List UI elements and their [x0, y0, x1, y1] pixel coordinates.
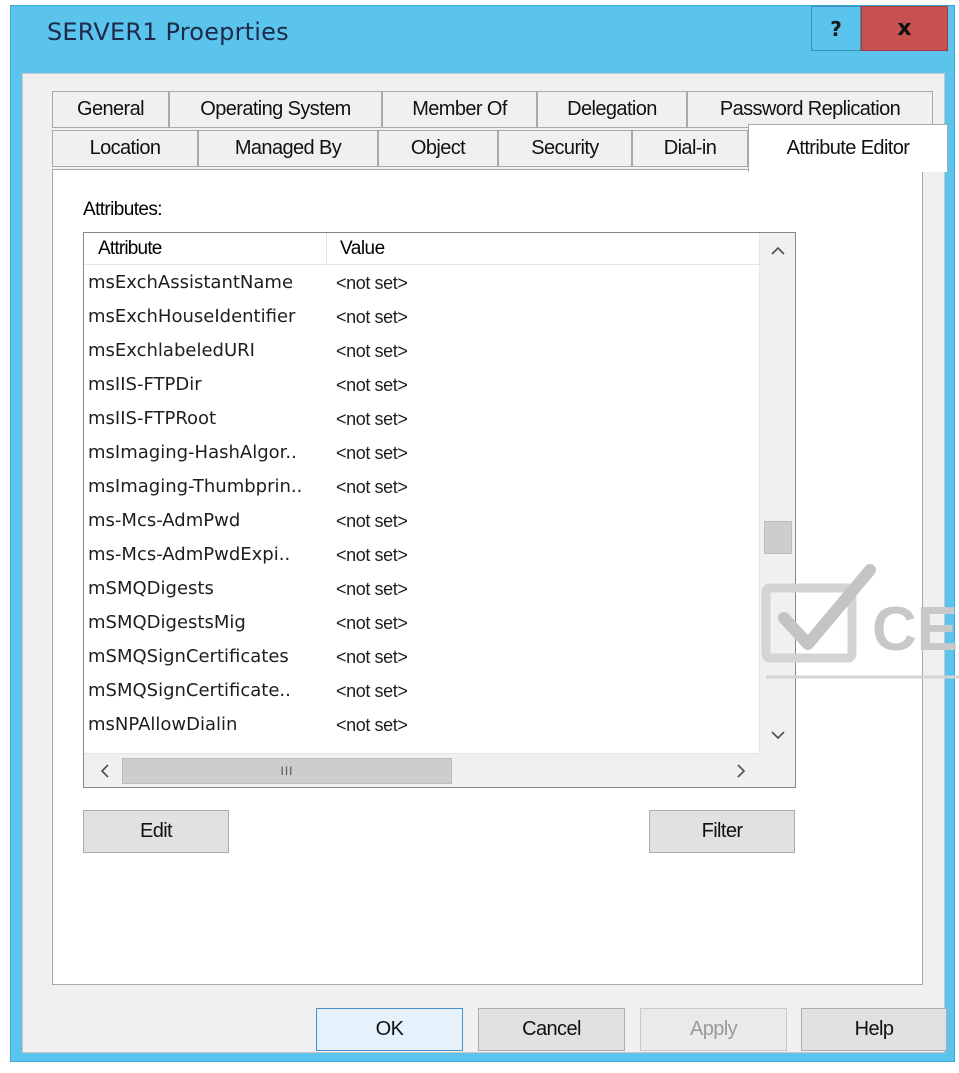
attribute-name: msExchHouseIdentifier [88, 306, 296, 327]
scroll-down-icon[interactable] [760, 719, 795, 751]
list-header: Attribute Value [84, 233, 759, 265]
apply-button[interactable]: Apply [640, 1008, 787, 1051]
scroll-right-icon[interactable] [724, 754, 758, 787]
list-row[interactable]: msImaging-HashAlgor.. <not set> [84, 436, 759, 470]
attribute-name: msNPAllowDialin [88, 714, 238, 735]
attribute-name: msExchAssistantName [88, 272, 294, 293]
list-row[interactable]: mSMQDigestsMig <not set> [84, 606, 759, 640]
list-row[interactable]: ms-Mcs-AdmPwdExpi.. <not set> [84, 538, 759, 572]
attribute-value: <not set> [336, 579, 408, 599]
edit-button[interactable]: Edit [83, 810, 229, 853]
attributes-list[interactable]: Attribute Value msExchAssistantName <not… [83, 232, 796, 788]
tab-attribute-editor[interactable]: Attribute Editor [748, 124, 948, 172]
list-row[interactable]: msExchHouseIdentifier <not set> [84, 300, 759, 334]
attribute-name: mSMQDigestsMig [88, 612, 246, 633]
list-row[interactable]: msExchlabeledURI <not set> [84, 334, 759, 368]
properties-window: SERVER1 Proeprties ? x General Operating… [10, 5, 955, 1062]
tab-object[interactable]: Object [378, 130, 498, 167]
attribute-value: <not set> [336, 681, 408, 701]
attribute-value: <not set> [336, 341, 408, 361]
attribute-name: msImaging-HashAlgor.. [88, 442, 297, 463]
horizontal-scroll-thumb[interactable]: III [122, 758, 452, 784]
list-row[interactable]: mSMQDigests <not set> [84, 572, 759, 606]
close-button[interactable]: x [861, 6, 948, 51]
attribute-value: <not set> [336, 443, 408, 463]
attribute-value: <not set> [336, 273, 408, 293]
attributes-label: Attributes: [83, 199, 163, 220]
attribute-value: <not set> [336, 409, 408, 429]
filter-button[interactable]: Filter [649, 810, 795, 853]
window-title: SERVER1 Proeprties [47, 18, 289, 46]
attribute-value: <not set> [336, 647, 408, 667]
vertical-scrollbar[interactable] [759, 233, 795, 753]
list-row[interactable]: mSMQSignCertificate.. <not set> [84, 674, 759, 708]
attribute-name: mSMQSignCertificate.. [88, 680, 291, 701]
attribute-value: <not set> [336, 545, 408, 565]
horizontal-scrollbar[interactable]: III [84, 753, 759, 787]
attribute-name: msIIS-FTPDir [88, 374, 202, 395]
vertical-scroll-thumb[interactable] [764, 521, 792, 554]
attribute-value: <not set> [336, 511, 408, 531]
attribute-name: msImaging-Thumbprin.. [88, 476, 303, 497]
tab-security[interactable]: Security [498, 130, 632, 167]
list-row[interactable]: msExchAssistantName <not set> [84, 266, 759, 300]
scroll-up-icon[interactable] [760, 235, 795, 267]
list-row[interactable]: ms-Mcs-AdmPwd <not set> [84, 504, 759, 538]
list-row[interactable]: msIIS-FTPDir <not set> [84, 368, 759, 402]
attribute-value: <not set> [336, 613, 408, 633]
list-row[interactable]: mSMQSignCertificates <not set> [84, 640, 759, 674]
column-header-value[interactable]: Value [328, 233, 759, 265]
attribute-name: ms-Mcs-AdmPwdExpi.. [88, 544, 291, 565]
tab-delegation[interactable]: Delegation [537, 91, 687, 128]
help-button[interactable]: Help [801, 1008, 947, 1051]
tab-dial-in[interactable]: Dial-in [632, 130, 748, 167]
list-row[interactable]: msImaging-Thumbprin.. <not set> [84, 470, 759, 504]
scroll-left-icon[interactable] [88, 754, 122, 787]
list-row[interactable]: msIIS-FTPRoot <not set> [84, 402, 759, 436]
attribute-name: msIIS-FTPRoot [88, 408, 217, 429]
tab-general[interactable]: General [52, 91, 169, 128]
tab-password-replication[interactable]: Password Replication [687, 91, 933, 128]
attribute-editor-panel: Attributes: Attribute Value msExchAssist… [52, 169, 923, 985]
attribute-value: <not set> [336, 715, 408, 735]
tab-operating-system[interactable]: Operating System [169, 91, 382, 128]
column-header-attribute[interactable]: Attribute [84, 233, 327, 265]
attribute-name: ms-Mcs-AdmPwd [88, 510, 241, 531]
ok-button[interactable]: OK [316, 1008, 463, 1051]
dialog-client-area: General Operating System Member Of Deleg… [22, 73, 948, 1053]
list-row[interactable]: msNPAllowDialin <not set> [84, 708, 759, 742]
attribute-name: msExchlabeledURI [88, 340, 255, 361]
attribute-value: <not set> [336, 375, 408, 395]
tab-location[interactable]: Location [52, 130, 198, 167]
scrollbar-corner [759, 753, 795, 787]
cancel-button[interactable]: Cancel [478, 1008, 625, 1051]
attribute-name: mSMQDigests [88, 578, 214, 599]
tab-managed-by[interactable]: Managed By [198, 130, 378, 167]
help-title-button[interactable]: ? [811, 6, 861, 51]
attribute-value: <not set> [336, 307, 408, 327]
attribute-name: mSMQSignCertificates [88, 646, 289, 667]
attribute-value: <not set> [336, 477, 408, 497]
tab-member-of[interactable]: Member Of [382, 91, 537, 128]
